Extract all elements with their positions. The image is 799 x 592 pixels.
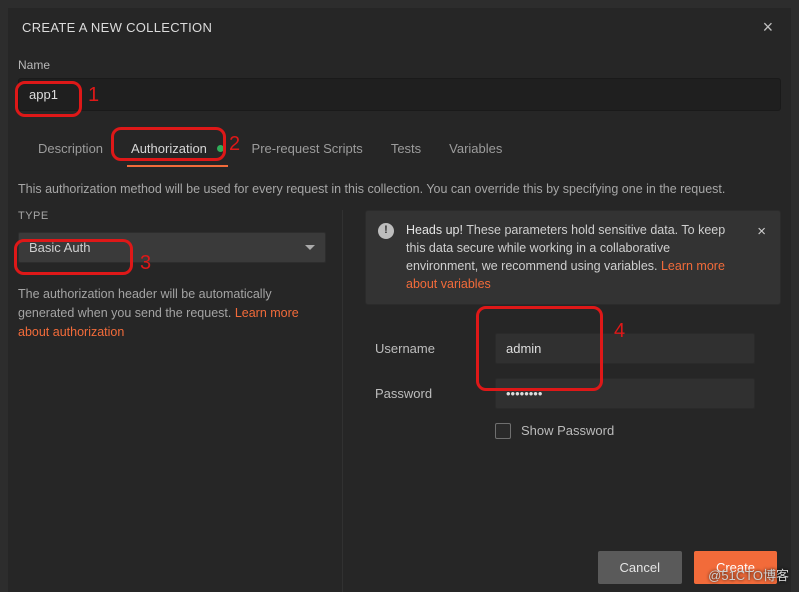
right-column: ! Heads up! These parameters hold sensit… — [343, 210, 781, 592]
chevron-down-icon — [305, 245, 315, 250]
status-dot-icon — [217, 145, 224, 152]
auth-help-text: The authorization header will be automat… — [18, 287, 272, 320]
close-icon[interactable]: × — [759, 18, 777, 36]
modal-body: Name Description Authorization Pre-reque… — [8, 44, 791, 592]
name-label: Name — [18, 58, 781, 72]
cancel-button[interactable]: Cancel — [598, 551, 682, 584]
watermark: @51CTO博客 — [708, 565, 789, 584]
username-label: Username — [375, 341, 495, 356]
tab-prerequest[interactable]: Pre-request Scripts — [238, 133, 377, 166]
warning-icon: ! — [378, 223, 394, 239]
authorization-help-text: This authorization method will be used f… — [18, 182, 781, 196]
auth-type-select[interactable]: Basic Auth — [18, 232, 326, 263]
password-input[interactable] — [495, 378, 755, 409]
auth-help: The authorization header will be automat… — [18, 285, 324, 341]
show-password-checkbox[interactable] — [495, 423, 511, 439]
basic-auth-form: Username Password Show Password — [375, 333, 781, 439]
split-pane: TYPE Basic Auth The authorization header… — [18, 210, 781, 592]
username-row: Username — [375, 333, 781, 364]
username-input[interactable] — [495, 333, 755, 364]
left-column: TYPE Basic Auth The authorization header… — [18, 210, 343, 592]
collection-name-input[interactable] — [18, 78, 781, 111]
show-password-row: Show Password — [495, 423, 781, 439]
modal-titlebar: CREATE A NEW COLLECTION × — [8, 8, 791, 44]
type-label: TYPE — [18, 210, 324, 222]
show-password-label: Show Password — [521, 423, 614, 438]
tab-authorization[interactable]: Authorization — [117, 133, 238, 166]
tab-description[interactable]: Description — [24, 133, 117, 166]
alert-lead: Heads up! — [406, 223, 466, 237]
sensitive-data-alert: ! Heads up! These parameters hold sensit… — [365, 210, 781, 305]
modal-title: CREATE A NEW COLLECTION — [22, 20, 212, 35]
password-label: Password — [375, 386, 495, 401]
alert-close-icon[interactable]: × — [755, 221, 768, 294]
tab-tests[interactable]: Tests — [377, 133, 435, 166]
tab-authorization-label: Authorization — [131, 141, 207, 156]
auth-type-value: Basic Auth — [29, 240, 90, 255]
tab-variables[interactable]: Variables — [435, 133, 516, 166]
modal-footer: Cancel Create — [8, 551, 791, 584]
password-row: Password — [375, 378, 781, 409]
create-collection-modal: CREATE A NEW COLLECTION × Name Descripti… — [8, 8, 791, 592]
tabbar: Description Authorization Pre-request Sc… — [18, 133, 781, 166]
